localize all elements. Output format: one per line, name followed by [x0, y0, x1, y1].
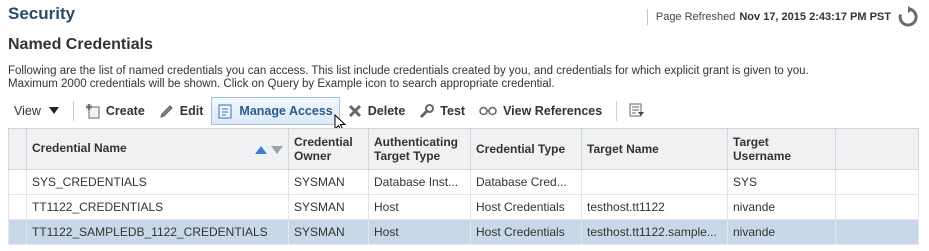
table-row[interactable]: TT1122_CREDENTIALS SYSMAN Host Host Cred…	[8, 194, 919, 220]
sort-controls[interactable]	[255, 143, 283, 157]
query-by-example-icon	[629, 103, 645, 119]
column-header-authenticating-target-type[interactable]: Authenticating Target Type	[368, 128, 471, 170]
cell-credential-name: SYS_CREDENTIALS	[26, 169, 289, 195]
column-header-credential-type[interactable]: Credential Type	[470, 128, 582, 170]
view-menu[interactable]: View	[8, 98, 65, 124]
description-line-1: Following are the list of named credenti…	[8, 65, 809, 77]
section-title: Named Credentials	[8, 36, 153, 53]
divider	[616, 101, 618, 121]
cell-target-name: testhost.tt1122.sample...	[581, 219, 728, 245]
table-row-selected[interactable]: TT1122_SAMPLEDB_1122_CREDENTIALS SYSMAN …	[8, 219, 919, 245]
view-references-button[interactable]: View References	[473, 98, 608, 124]
refresh-timestamp: Nov 17, 2015 2:43:17 PM PST	[739, 11, 891, 23]
cell-target-username: nivande	[727, 194, 836, 220]
test-label: Test	[440, 104, 466, 118]
refresh-icon[interactable]	[897, 6, 919, 28]
edit-button[interactable]: Edit	[153, 98, 210, 124]
cell-filler	[835, 169, 919, 195]
row-selector-header	[8, 128, 27, 170]
column-header-label: Credential Name	[32, 141, 127, 155]
cell-authenticating-target-type: Database Inst...	[368, 169, 471, 195]
column-header-target-username[interactable]: Target Username	[727, 128, 836, 170]
delete-label: Delete	[367, 104, 406, 118]
table-row[interactable]: SYS_CREDENTIALS SYSMAN Database Inst... …	[8, 169, 919, 195]
create-icon	[85, 103, 100, 119]
cell-authenticating-target-type: Host	[368, 219, 471, 245]
wrench-icon	[419, 103, 435, 119]
query-by-example-button[interactable]	[623, 98, 651, 124]
page-refresh-area: Page Refreshed Nov 17, 2015 2:43:17 PM P…	[646, 6, 919, 28]
row-selector[interactable]	[8, 169, 27, 195]
row-selector[interactable]	[8, 194, 27, 220]
sort-ascending-icon[interactable]	[255, 143, 267, 157]
delete-x-icon	[348, 104, 362, 118]
cell-credential-type: Host Credentials	[470, 219, 582, 245]
cell-credential-owner: SYSMAN	[288, 194, 369, 220]
cell-authenticating-target-type: Host	[368, 194, 471, 220]
cell-credential-name: TT1122_CREDENTIALS	[26, 194, 289, 220]
manage-access-button[interactable]: Manage Access	[211, 97, 340, 125]
column-header-credential-name[interactable]: Credential Name	[26, 128, 289, 170]
row-selector[interactable]	[8, 219, 27, 245]
column-header-credential-owner[interactable]: Credential Owner	[288, 128, 369, 170]
cell-target-name	[581, 169, 728, 195]
page-title: Security	[8, 4, 76, 23]
cell-filler	[835, 219, 919, 245]
cell-credential-owner: SYSMAN	[288, 169, 369, 195]
section-description: Following are the list of named credenti…	[8, 65, 908, 91]
credentials-table: Credential Name Credential Owner Authent…	[8, 128, 919, 245]
filler-header	[835, 128, 919, 170]
description-line-2: Maximum 2000 credentials will be shown. …	[8, 78, 555, 90]
create-label: Create	[105, 104, 145, 118]
refresh-label: Page Refreshed	[655, 11, 736, 23]
cell-credential-owner: SYSMAN	[288, 219, 369, 245]
cell-target-username: nivande	[727, 219, 836, 245]
dropdown-triangle-icon	[48, 107, 59, 115]
edit-label: Edit	[179, 104, 204, 118]
divider	[646, 9, 648, 25]
cell-target-username: SYS	[727, 169, 836, 195]
create-button[interactable]: Create	[80, 98, 151, 124]
table-header-row: Credential Name Credential Owner Authent…	[8, 128, 919, 170]
view-label: View	[14, 104, 41, 118]
column-header-target-name[interactable]: Target Name	[581, 128, 728, 170]
cell-filler	[835, 194, 919, 220]
divider	[72, 101, 74, 121]
cell-credential-type: Host Credentials	[470, 194, 582, 220]
cell-target-name: testhost.tt1122	[581, 194, 728, 220]
cell-credential-name: TT1122_SAMPLEDB_1122_CREDENTIALS	[26, 219, 289, 245]
glasses-icon	[479, 106, 497, 116]
sort-descending-icon[interactable]	[271, 143, 283, 157]
toolbar: View Create Edit Manage Access Delete Te…	[8, 94, 653, 128]
manage-access-icon	[218, 104, 233, 119]
pencil-icon	[159, 104, 174, 119]
cell-credential-type: Database Cred...	[470, 169, 582, 195]
test-button[interactable]: Test	[413, 98, 471, 124]
view-references-label: View References	[503, 104, 603, 118]
delete-button[interactable]: Delete	[342, 98, 412, 124]
manage-access-label: Manage Access	[239, 104, 333, 118]
